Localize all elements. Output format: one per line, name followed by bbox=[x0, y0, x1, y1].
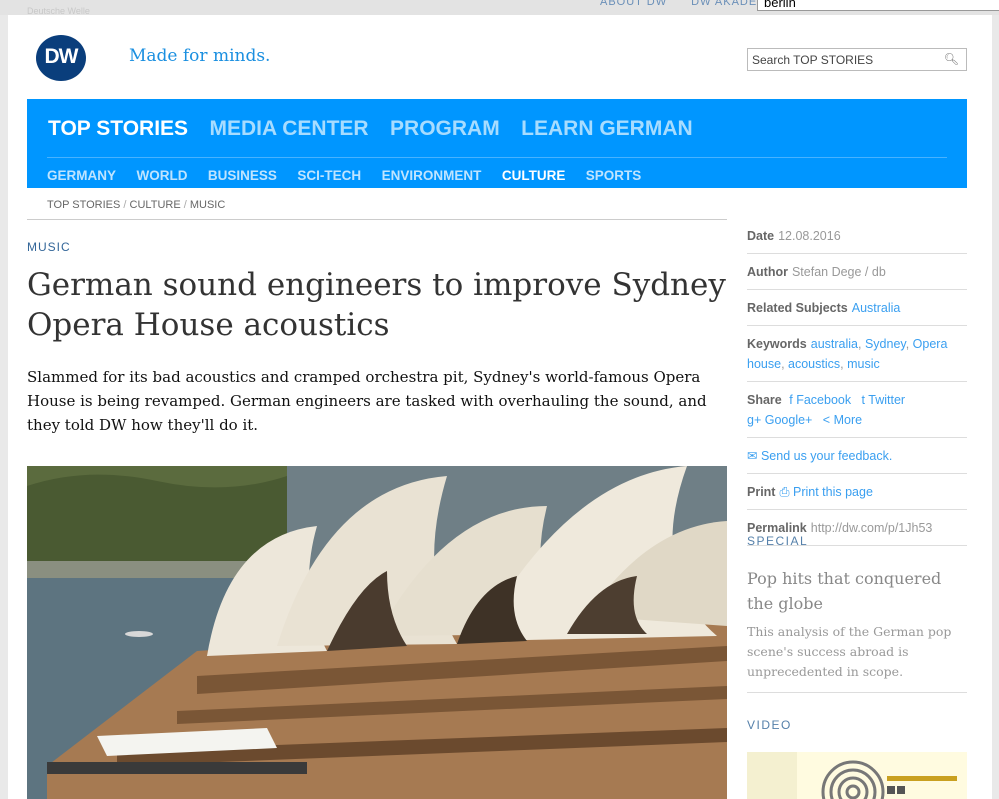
facebook-icon[interactable]: f bbox=[789, 393, 792, 407]
tagline: Made for minds. bbox=[129, 46, 271, 66]
author-label: Author bbox=[747, 265, 788, 279]
search-placeholder: Search TOP STORIES bbox=[752, 53, 874, 67]
subnav-sports[interactable]: SPORTS bbox=[586, 168, 642, 183]
google-plus-icon[interactable]: g+ bbox=[747, 413, 761, 427]
feedback-row: ✉ Send us your feedback. bbox=[747, 438, 967, 474]
keywords-label: Keywords bbox=[747, 337, 807, 351]
article-photo bbox=[27, 466, 727, 799]
nav-learn-german[interactable]: LEARN GERMAN bbox=[521, 117, 693, 140]
permalink-label: Permalink bbox=[747, 521, 807, 535]
date-label: Date bbox=[747, 229, 775, 243]
print-row: Print ⎙ Print this page bbox=[747, 474, 967, 510]
share-label: Share bbox=[747, 393, 782, 407]
date-row: Date 12.08.2016 bbox=[747, 218, 967, 254]
share-more[interactable]: More bbox=[834, 413, 862, 427]
twitter-icon[interactable]: t bbox=[862, 393, 865, 407]
special-title[interactable]: Pop hits that conquered the globe bbox=[747, 566, 967, 616]
keyword-link[interactable]: acoustics bbox=[788, 357, 840, 371]
breadcrumb-music[interactable]: MUSIC bbox=[190, 199, 225, 211]
subnav-environment[interactable]: ENVIRONMENT bbox=[382, 168, 482, 183]
special-section: SPECIAL Pop hits that conquered the glob… bbox=[747, 534, 967, 693]
mail-icon[interactable]: ✉ bbox=[747, 449, 757, 463]
browser-search-field[interactable]: berlin bbox=[757, 0, 999, 11]
article-details: Date 12.08.2016 Author Stefan Dege / db Re… bbox=[747, 218, 967, 546]
breadcrumb-culture[interactable]: CULTURE bbox=[130, 199, 181, 211]
related-row: Related Subjects Australia bbox=[747, 290, 967, 326]
nav-program[interactable]: PROGRAM bbox=[390, 117, 500, 140]
subnav-germany[interactable]: GERMANY bbox=[47, 168, 116, 183]
breadcrumb-divider bbox=[27, 219, 727, 220]
nav-top-stories[interactable]: TOP STORIES bbox=[48, 117, 188, 140]
main-navigation: TOP STORIES MEDIA CENTER PROGRAM LEARN G… bbox=[27, 99, 967, 188]
search-input[interactable]: Search TOP STORIES 🔍︎ bbox=[747, 48, 967, 71]
special-divider bbox=[747, 692, 967, 693]
subnav-business[interactable]: BUSINESS bbox=[208, 168, 277, 183]
keyword-link[interactable]: australia bbox=[811, 337, 858, 351]
top-links: ABOUT DW DW AKADE bbox=[600, 0, 777, 8]
author-row: Author Stefan Dege / db bbox=[747, 254, 967, 290]
dw-logo[interactable]: DW bbox=[36, 35, 86, 81]
share-google-plus[interactable]: Google+ bbox=[765, 413, 813, 427]
feedback-link[interactable]: Send us your feedback. bbox=[761, 449, 892, 463]
print-label: Print bbox=[747, 485, 776, 499]
nav-media-center[interactable]: MEDIA CENTER bbox=[210, 117, 369, 140]
share-facebook[interactable]: Facebook bbox=[796, 393, 851, 407]
author-value: Stefan Dege / db bbox=[791, 265, 886, 279]
share-twitter[interactable]: Twitter bbox=[868, 393, 905, 407]
search-icon[interactable]: 🔍︎ bbox=[944, 52, 959, 66]
more-share-icon[interactable]: < bbox=[823, 413, 830, 427]
keyword-link[interactable]: music bbox=[847, 357, 880, 371]
related-label: Related Subjects bbox=[747, 301, 848, 315]
breadcrumb: TOP STORIES / CULTURE / MUSIC bbox=[47, 199, 226, 211]
printer-icon[interactable]: ⎙ bbox=[779, 485, 789, 499]
page: DW Made for minds. Search TOP STORIES 🔍︎… bbox=[8, 15, 992, 799]
subnav-culture[interactable]: CULTURE bbox=[502, 168, 566, 183]
video-heading: VIDEO bbox=[747, 718, 792, 732]
related-link[interactable]: Australia bbox=[852, 301, 901, 315]
top-link-about[interactable]: ABOUT DW bbox=[600, 0, 667, 8]
subnav-world[interactable]: WORLD bbox=[136, 168, 187, 183]
breadcrumb-top-stories[interactable]: TOP STORIES bbox=[47, 199, 120, 211]
browser-top-strip: Deutsche Welle ABOUT DW DW AKADE berlin bbox=[0, 0, 999, 16]
permalink-value[interactable]: http://dw.com/p/1Jh53 bbox=[811, 521, 933, 535]
special-heading: SPECIAL bbox=[747, 534, 809, 548]
print-link[interactable]: Print this page bbox=[793, 485, 873, 499]
subnav-sci-tech[interactable]: SCI-TECH bbox=[297, 168, 361, 183]
section-label[interactable]: MUSIC bbox=[27, 240, 71, 254]
share-row: Share f Facebook t Twitter g+ Google+ < … bbox=[747, 382, 967, 438]
video-thumbnail[interactable] bbox=[747, 752, 967, 799]
article-lead: Slammed for its bad acoustics and crampe… bbox=[27, 368, 707, 434]
special-description: This analysis of the German pop scene's … bbox=[747, 624, 952, 679]
keywords-row: Keywords australia, Sydney, Opera house, … bbox=[747, 326, 967, 382]
keyword-link[interactable]: Sydney bbox=[865, 337, 906, 351]
date-value: 12.08.2016 bbox=[778, 229, 841, 243]
article-title: German sound engineers to improve Sydney… bbox=[27, 267, 726, 343]
logo-text: DW bbox=[44, 45, 79, 68]
top-link-akademie[interactable]: DW AKADE bbox=[691, 0, 757, 8]
nav-divider bbox=[47, 157, 947, 158]
